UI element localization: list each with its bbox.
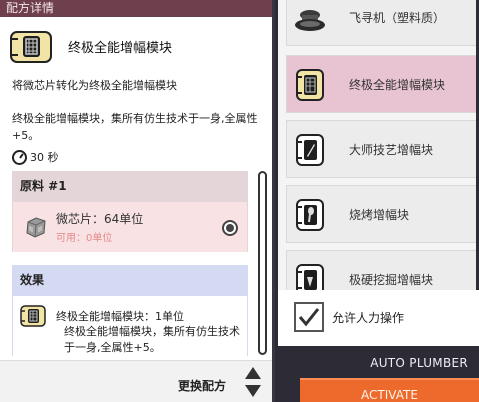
recipe-list-item-label: 大师技艺增幅块 (349, 143, 434, 157)
microchip-icon (26, 217, 46, 238)
allow-manual-row[interactable]: 允许人力操作 (278, 290, 479, 346)
recipe-list-item-omni-module[interactable]: 终极全能增幅模块 (286, 55, 479, 113)
recipe-list-item-master-craft[interactable]: 大师技艺增幅块 (286, 120, 479, 178)
recipe-list-item-label: 飞寻机（塑料质） (349, 11, 446, 25)
effect-output: 终极全能增幅模块：1单位 (56, 310, 184, 323)
previous-recipe-arrow-icon[interactable] (245, 367, 261, 379)
next-recipe-arrow-icon[interactable] (245, 385, 261, 397)
drone-icon (295, 10, 325, 31)
recipe-scroll-area[interactable]: 原料 #1 微芯片：64单位 可用：0单位 效果 终极全能增幅模块：1单位 终极… (12, 171, 248, 356)
recipe-detail: 终极全能增幅模块，集所有仿生技术于一身,全属性+5。 (12, 112, 258, 142)
effects-header: 效果 (12, 265, 248, 296)
recipe-scrollbar[interactable] (258, 171, 267, 355)
ingredient-name: 微芯片：64单位 (56, 212, 144, 226)
omni-module-icon (296, 69, 324, 101)
pen-module-icon (296, 134, 324, 166)
activate-button[interactable]: ACTIVATE (300, 378, 479, 402)
ingredient-available: 可用：0单位 (56, 233, 113, 244)
recipe-list-item-label: 终极全能增幅模块 (349, 78, 446, 92)
recipe-description: 将微芯片转化为终极全能增幅模块 (12, 79, 177, 92)
ingredient-radio[interactable] (222, 220, 238, 236)
recipe-detail-panel: 配方详情 终极全能增幅模块 将微芯片转化为终极全能增幅模块 终极全能增幅模块，集… (0, 0, 275, 402)
recipe-list-panel: 飞寻机（塑料质） 终极全能增幅模块 大师技艺增幅块 烧烤增幅块 极硬挖掘增幅块 … (278, 0, 479, 402)
checkmark-icon (298, 308, 320, 327)
spatula-module-icon (296, 199, 324, 231)
ingredient-header: 原料 #1 (12, 171, 248, 202)
auto-plumber-label: AUTO PLUMBER (370, 356, 468, 370)
craft-time-value: 30 秒 (30, 151, 59, 164)
omni-module-icon (20, 305, 46, 327)
effect-description: 终极全能增幅模块，集所有仿生技术于一身,全属性+5。 (64, 325, 240, 354)
omni-module-icon (10, 31, 52, 63)
recipe-list-item-grill[interactable]: 烧烤增幅块 (286, 185, 479, 243)
craft-time: 30 秒 (12, 149, 59, 165)
effect-row: 终极全能增幅模块：1单位 终极全能增幅模块，集所有仿生技术于一身,全属性+5。 (12, 296, 248, 356)
allow-manual-label: 允许人力操作 (332, 311, 405, 325)
clock-icon (12, 149, 27, 165)
panel-header: 配方详情 (0, 0, 272, 17)
recipe-list-item-label: 烧烤增幅块 (349, 208, 410, 222)
allow-manual-checkbox[interactable] (294, 302, 324, 332)
change-recipe-label[interactable]: 更换配方 (178, 377, 226, 394)
ingredient-row[interactable]: 微芯片：64单位 可用：0单位 (12, 202, 248, 252)
recipe-title: 终极全能增幅模块 (68, 40, 173, 56)
recipe-footer: 更换配方 (0, 360, 272, 402)
recipe-title-row: 终极全能增幅模块 (8, 26, 172, 66)
recipe-list-item-drone[interactable]: 飞寻机（塑料质） (286, 0, 479, 46)
